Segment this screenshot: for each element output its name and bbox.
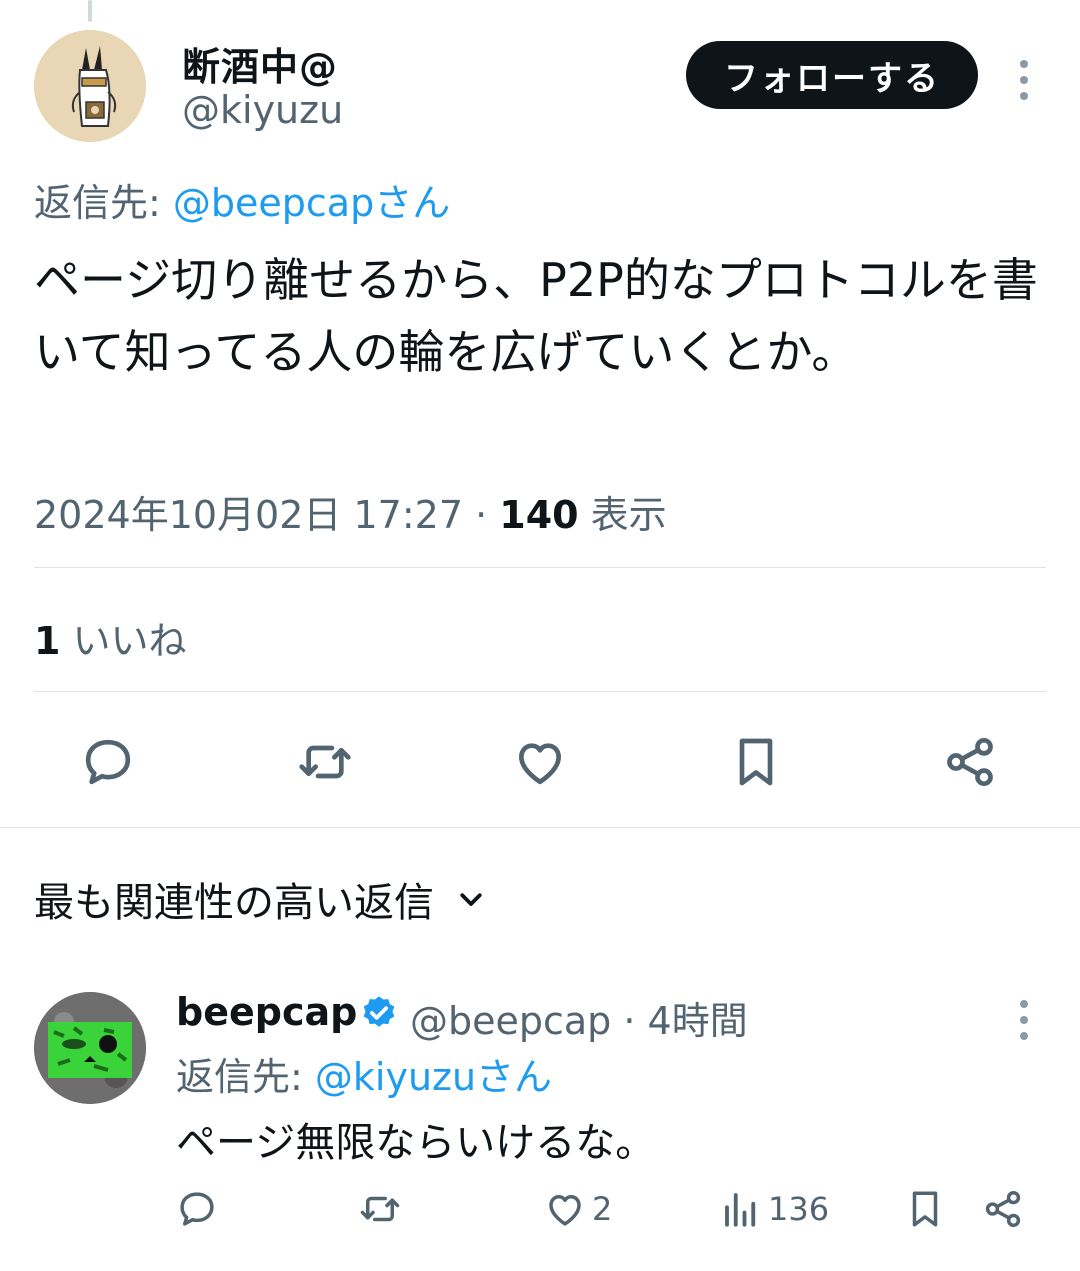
- reply-sort-dropdown[interactable]: 最も関連性の高い返信: [34, 870, 486, 928]
- follow-button[interactable]: フォローする: [686, 41, 978, 109]
- reply-reply-to-prefix: 返信先:: [176, 1055, 315, 1099]
- retweet-icon: [360, 1196, 400, 1222]
- section-divider: [0, 827, 1080, 828]
- tweet-meta: 2024年10月02日 17:27 · 140 表示: [34, 484, 667, 539]
- views-label: 表示: [578, 493, 667, 537]
- reply-to-line: 返信先: @beepcapさん: [34, 172, 450, 227]
- reply-retweet-button[interactable]: [358, 1188, 402, 1230]
- likes-summary[interactable]: 1 いいね: [34, 610, 187, 665]
- retweet-button[interactable]: [296, 734, 354, 790]
- reply-reply-to-line: 返信先: @kiyuzuさん: [176, 1046, 552, 1101]
- like-icon: [519, 743, 561, 785]
- author-handle[interactable]: @kiyuzu: [182, 88, 343, 132]
- views-icon: [725, 1193, 756, 1227]
- author-display-name[interactable]: 断酒中@: [182, 36, 338, 91]
- likes-count: 1: [34, 619, 61, 663]
- share-icon: [985, 1190, 1021, 1228]
- share-button[interactable]: [942, 734, 998, 790]
- reply-reply-to-mention-link[interactable]: @kiyuzuさん: [315, 1055, 552, 1099]
- meta-separator: ·: [463, 493, 500, 537]
- retweet-icon: [299, 745, 351, 779]
- box-face-avatar-icon: [34, 992, 146, 1104]
- rabbit-avatar-icon: [34, 30, 146, 142]
- thread-connector-line: [88, 0, 92, 22]
- chevron-down-icon: [460, 893, 482, 906]
- reply-icon: [180, 1192, 214, 1226]
- like-icon: [549, 1195, 581, 1226]
- reply-like-button[interactable]: 2: [544, 1188, 612, 1230]
- author-avatar[interactable]: [34, 30, 146, 142]
- reply-reply-button[interactable]: [176, 1188, 218, 1230]
- reply-more-options-icon[interactable]: [1018, 1000, 1030, 1040]
- reply-share-button[interactable]: [982, 1188, 1024, 1230]
- share-icon: [947, 737, 993, 787]
- reply-to-mention-link[interactable]: @beepcapさん: [173, 181, 450, 225]
- views-count: 140: [499, 493, 579, 537]
- tweet-timestamp[interactable]: 2024年10月02日 17:27: [34, 493, 463, 537]
- verified-badge: [360, 994, 398, 1036]
- reply-bookmark-button[interactable]: [904, 1188, 946, 1230]
- bookmark-button[interactable]: [728, 734, 784, 790]
- divider: [34, 567, 1046, 568]
- likes-label: いいね: [60, 619, 187, 663]
- reply-author-handle[interactable]: @beepcap: [410, 999, 611, 1043]
- reply-views-button[interactable]: 136: [720, 1188, 829, 1230]
- like-button[interactable]: [512, 734, 568, 790]
- reply-age[interactable]: · 4時間: [611, 999, 747, 1043]
- reply-text: ページ無限ならいけるな。: [176, 1120, 656, 1166]
- divider: [34, 691, 1046, 692]
- reply-author-display-name[interactable]: beepcap: [176, 990, 357, 1034]
- reply-like-count: 2: [592, 1190, 613, 1228]
- reply-author-meta: @beepcap · 4時間: [410, 990, 748, 1045]
- reply-button[interactable]: [80, 734, 136, 790]
- reply-to-prefix: 返信先:: [34, 181, 173, 225]
- reply-view-count: 136: [768, 1190, 830, 1228]
- bookmark-icon: [739, 738, 773, 786]
- more-options-icon[interactable]: [1018, 60, 1030, 100]
- tweet-text: ページ切り離せるから、P2P的なプロトコルを書いて知ってる人の輪を広げていくとか…: [34, 253, 1038, 379]
- reply-icon: [85, 739, 131, 785]
- bookmark-icon: [912, 1191, 938, 1227]
- verified-icon: [363, 996, 395, 1027]
- reply-sort-label: 最も関連性の高い返信: [34, 880, 434, 926]
- reply-author-avatar[interactable]: [34, 992, 146, 1104]
